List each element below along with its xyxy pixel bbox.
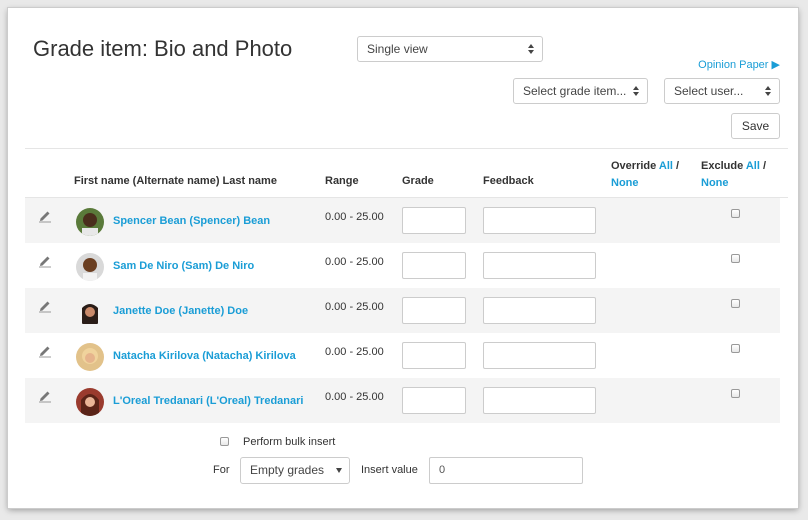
exclude-label: Exclude [701, 160, 744, 172]
table-row: L'Oreal Tredanari (L'Oreal) Tredanari 0.… [25, 378, 780, 423]
grade-input[interactable] [402, 252, 466, 279]
exclude-slash: / [762, 160, 767, 172]
play-arrow-icon: ▶ [771, 59, 780, 71]
grade-range: 0.00 - 25.00 [325, 346, 384, 358]
col-header-exclude: Exclude All / None [701, 158, 766, 192]
for-label: For [213, 464, 230, 476]
student-name-link[interactable]: Janette Doe (Janette) Doe [113, 305, 248, 317]
exclude-all-link[interactable]: All [746, 160, 760, 172]
student-name-link[interactable]: Sam De Niro (Sam) De Niro [113, 260, 254, 272]
grade-range: 0.00 - 25.00 [325, 301, 384, 313]
grade-item-select-value: Select grade item... [523, 84, 627, 98]
grade-panel: Grade item: Bio and Photo Single view Op… [8, 8, 798, 508]
override-none-link[interactable]: None [611, 177, 639, 189]
exclude-checkbox[interactable] [731, 344, 740, 353]
student-name-link[interactable]: L'Oreal Tredanari (L'Oreal) Tredanari [113, 395, 303, 407]
grade-input[interactable] [402, 207, 466, 234]
grade-item-select[interactable]: Select grade item... [513, 78, 648, 104]
grade-range: 0.00 - 25.00 [325, 211, 384, 223]
avatar [76, 253, 104, 281]
exclude-checkbox[interactable] [731, 254, 740, 263]
bulk-insert-checkbox[interactable] [220, 437, 229, 446]
edit-pencil-icon[interactable] [38, 389, 52, 403]
dropdown-arrows-icon [633, 85, 639, 97]
bulk-insert-label: Perform bulk insert [243, 436, 336, 448]
col-header-override: Override All / None [611, 158, 679, 192]
opinion-paper-label: Opinion Paper [698, 59, 769, 71]
exclude-checkbox[interactable] [731, 299, 740, 308]
col-header-range: Range [325, 175, 359, 187]
view-select-value: Single view [367, 42, 428, 56]
grade-input[interactable] [402, 387, 466, 414]
bulk-mode-value: Empty grades [250, 463, 325, 477]
header-divider [25, 148, 788, 149]
exclude-checkbox[interactable] [731, 389, 740, 398]
grade-input[interactable] [402, 342, 466, 369]
avatar [76, 388, 104, 416]
override-slash: / [676, 160, 680, 172]
student-name-link[interactable]: Spencer Bean (Spencer) Bean [113, 215, 270, 227]
grade-input[interactable] [402, 297, 466, 324]
avatar [76, 343, 104, 371]
student-name-link[interactable]: Natacha Kirilova (Natacha) Kirilova [113, 350, 296, 362]
table-row: Natacha Kirilova (Natacha) Kirilova 0.00… [25, 333, 780, 378]
edit-pencil-icon[interactable] [38, 299, 52, 313]
insert-value-input[interactable]: 0 [429, 457, 583, 484]
user-select[interactable]: Select user... [664, 78, 780, 104]
override-all-link[interactable]: All [659, 160, 673, 172]
dropdown-arrows-icon [528, 43, 534, 55]
chevron-down-icon [336, 468, 342, 473]
exclude-checkbox[interactable] [731, 209, 740, 218]
feedback-input[interactable] [483, 342, 596, 369]
feedback-input[interactable] [483, 297, 596, 324]
table-row: Sam De Niro (Sam) De Niro 0.00 - 25.00 [25, 243, 780, 288]
view-select[interactable]: Single view [357, 36, 543, 62]
override-label: Override [611, 160, 657, 172]
table-row: Janette Doe (Janette) Doe 0.00 - 25.00 [25, 288, 780, 333]
insert-value-label: Insert value [361, 464, 418, 476]
table-row: Spencer Bean (Spencer) Bean 0.00 - 25.00 [25, 198, 780, 243]
avatar [76, 208, 104, 236]
avatar [76, 298, 104, 326]
col-header-name: First name (Alternate name) Last name [74, 175, 277, 187]
col-header-feedback: Feedback [483, 175, 534, 187]
feedback-input[interactable] [483, 252, 596, 279]
edit-pencil-icon[interactable] [38, 209, 52, 223]
page-title: Grade item: Bio and Photo [33, 36, 293, 61]
exclude-none-link[interactable]: None [701, 177, 729, 189]
feedback-input[interactable] [483, 387, 596, 414]
col-header-grade: Grade [402, 175, 434, 187]
dropdown-arrows-icon [765, 85, 771, 97]
grade-range: 0.00 - 25.00 [325, 256, 384, 268]
edit-pencil-icon[interactable] [38, 344, 52, 358]
save-button[interactable]: Save [731, 113, 780, 139]
user-select-value: Select user... [674, 84, 744, 98]
edit-pencil-icon[interactable] [38, 254, 52, 268]
opinion-paper-link[interactable]: Opinion Paper ▶ [698, 58, 780, 71]
grade-range: 0.00 - 25.00 [325, 391, 384, 403]
bulk-mode-select[interactable]: Empty grades [240, 457, 350, 484]
feedback-input[interactable] [483, 207, 596, 234]
